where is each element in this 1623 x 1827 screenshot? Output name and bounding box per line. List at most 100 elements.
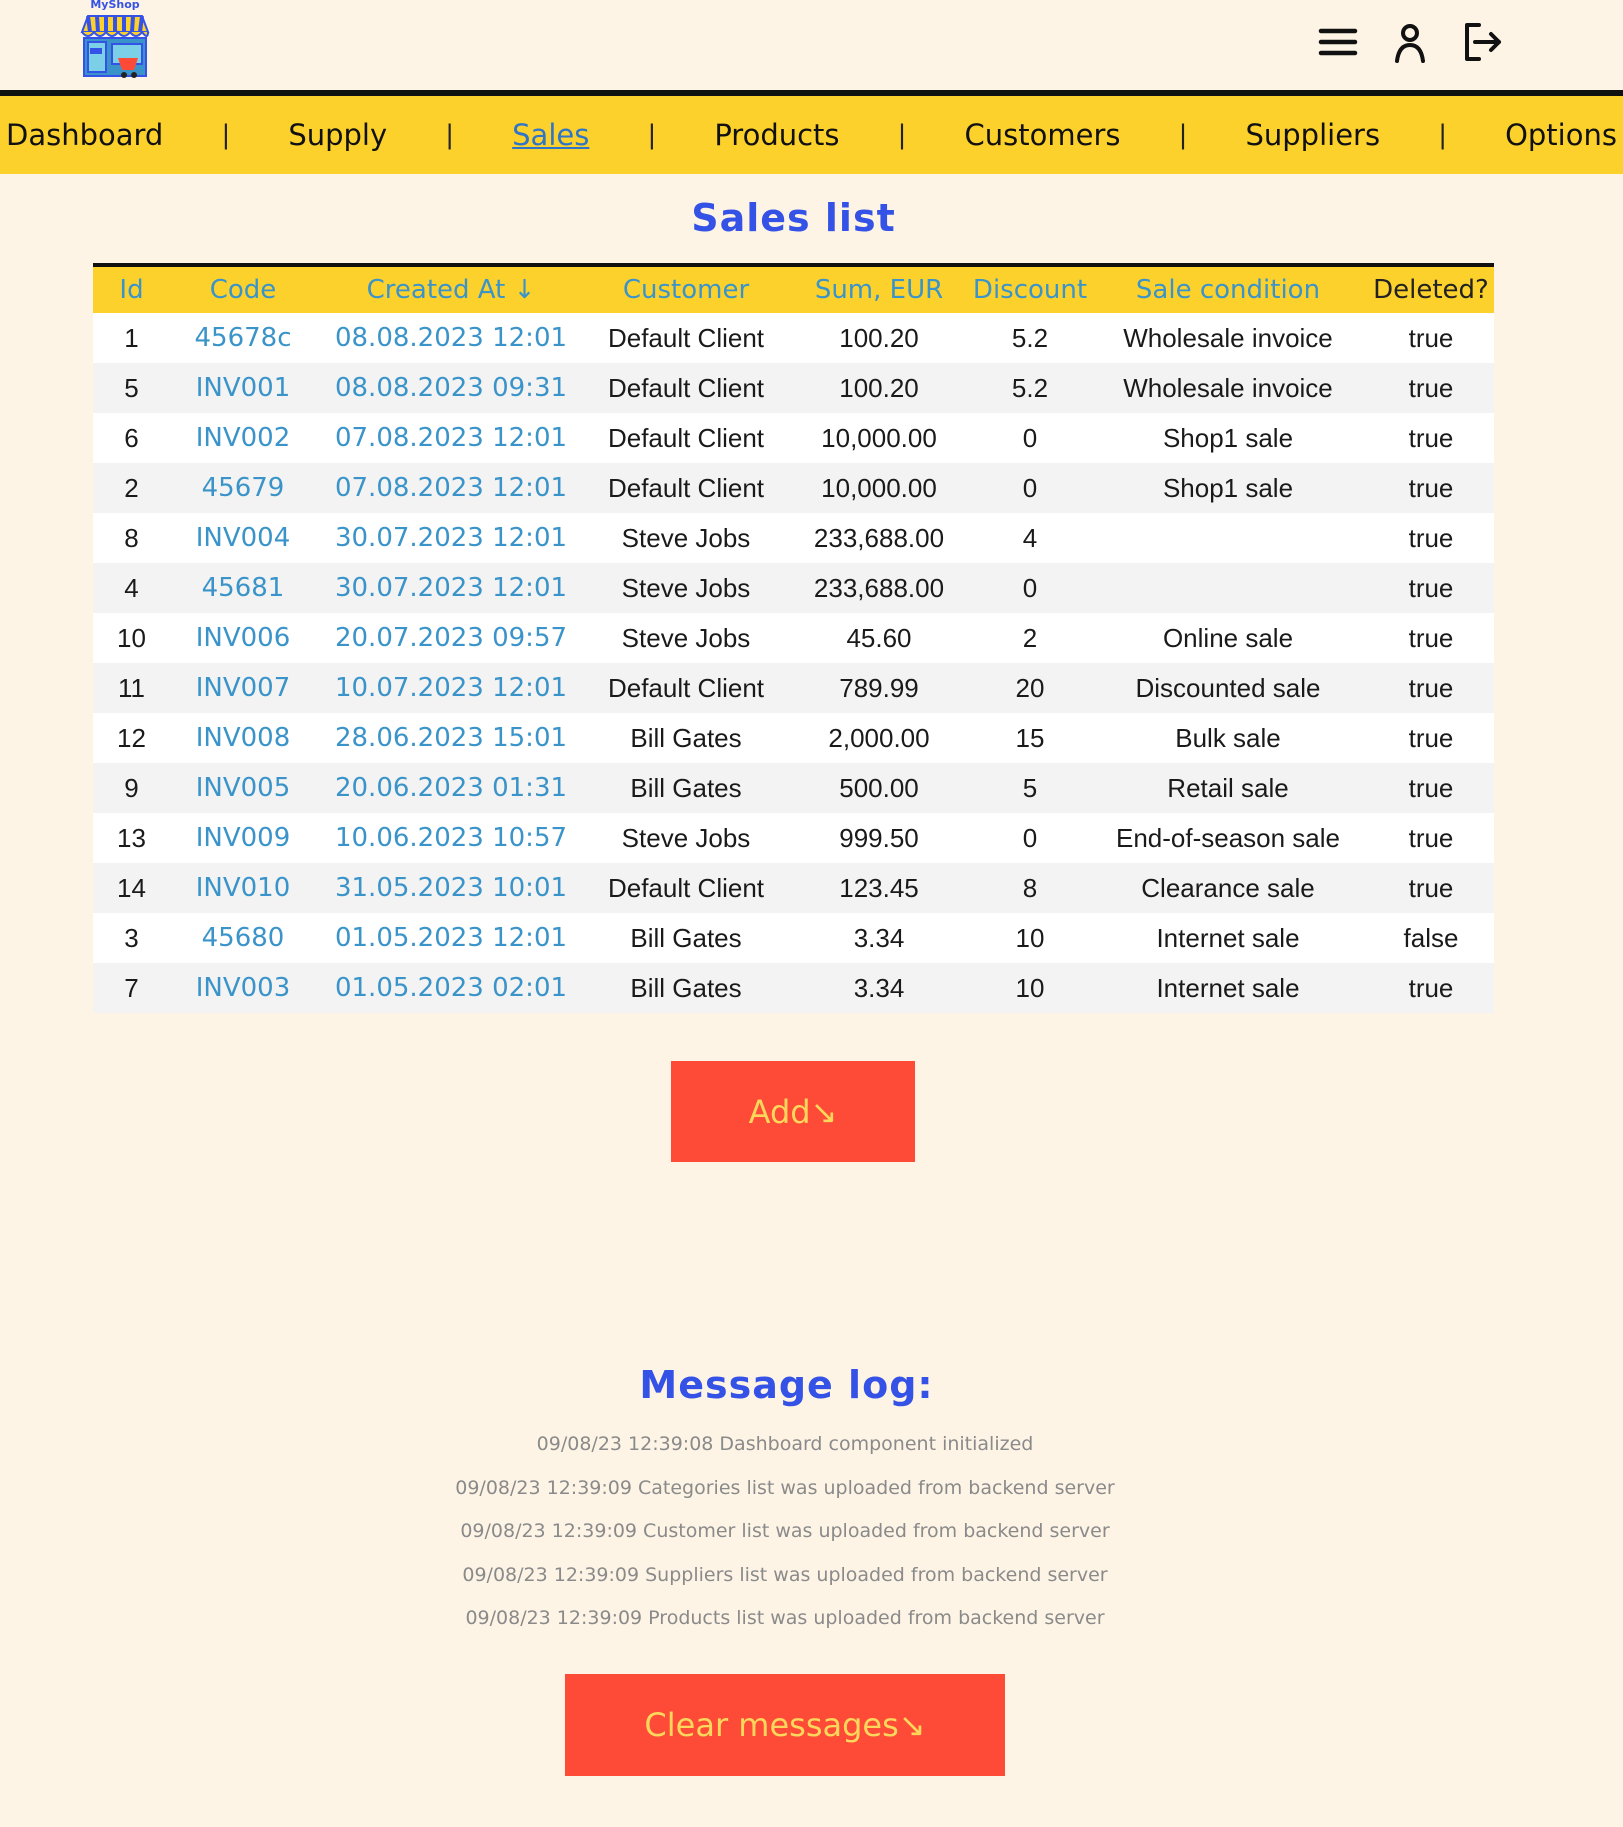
cell-created-at[interactable]: 30.07.2023 12:01 bbox=[316, 563, 586, 613]
column-header-sale-condition[interactable]: Sale condition bbox=[1088, 267, 1368, 313]
shop-logo[interactable]: MyShop bbox=[76, 0, 154, 84]
cell-code[interactable]: INV006 bbox=[170, 613, 316, 663]
nav-item-options[interactable]: Options bbox=[1505, 118, 1617, 152]
nav-item-suppliers[interactable]: Suppliers bbox=[1245, 118, 1380, 152]
add-sale-button[interactable]: Add↘ bbox=[671, 1061, 915, 1162]
cell-sum: 789.99 bbox=[839, 672, 919, 703]
cell-id: 14 bbox=[117, 872, 146, 903]
cell-code[interactable]: INV008 bbox=[170, 713, 316, 763]
cell-discount: 5 bbox=[1022, 772, 1038, 803]
column-header-sum[interactable]: Sum, EUR bbox=[786, 267, 972, 313]
cell-code[interactable]: INV002 bbox=[170, 413, 316, 463]
column-header-code[interactable]: Code bbox=[170, 267, 316, 313]
cell-id: 6 bbox=[124, 422, 139, 453]
cell-created-at[interactable]: 01.05.2023 12:01 bbox=[316, 913, 586, 963]
table-row[interactable]: 2 45679 07.08.2023 12:01 Default Client 10,0… bbox=[93, 463, 1494, 513]
cell-created-at[interactable]: 10.07.2023 12:01 bbox=[316, 663, 586, 713]
table-row[interactable]: 6 INV002 07.08.2023 12:01 Default Client 10,… bbox=[93, 413, 1494, 463]
sales-table: Id Code Created At ↓ Customer Sum, EUR D… bbox=[93, 267, 1494, 1013]
table-row[interactable]: 3 45680 01.05.2023 12:01 Bill Gates 3.34 10 In… bbox=[93, 913, 1494, 963]
table-row[interactable]: 1 45678c 08.08.2023 12:01 Default Client 100… bbox=[93, 313, 1494, 363]
cell-code[interactable]: INV007 bbox=[170, 663, 316, 713]
cell-code[interactable]: INV003 bbox=[170, 963, 316, 1013]
table-row[interactable]: 8 INV004 30.07.2023 12:01 Steve Jobs 233,688… bbox=[93, 513, 1494, 563]
column-header-discount[interactable]: Discount bbox=[972, 267, 1088, 313]
cell-created-at[interactable]: 08.08.2023 12:01 bbox=[316, 313, 586, 363]
cell-customer: Steve Jobs bbox=[621, 572, 751, 603]
table-row[interactable]: 4 45681 30.07.2023 12:01 Steve Jobs 233,688.… bbox=[93, 563, 1494, 613]
cell-code[interactable]: INV004 bbox=[170, 513, 316, 563]
cell-discount: 20 bbox=[1015, 672, 1045, 703]
nav-item-products[interactable]: Products bbox=[714, 118, 839, 152]
column-header-deleted: Deleted? bbox=[1373, 275, 1489, 305]
cell-created-at[interactable]: 30.07.2023 12:01 bbox=[316, 513, 586, 563]
user-icon[interactable] bbox=[1389, 21, 1431, 63]
clear-messages-button[interactable]: Clear messages↘ bbox=[565, 1674, 1005, 1776]
cell-created-at[interactable]: 28.06.2023 15:01 bbox=[316, 713, 586, 763]
cell-discount: 2 bbox=[1022, 622, 1038, 653]
nav-item-supply[interactable]: Supply bbox=[288, 118, 387, 152]
cell-code[interactable]: INV005 bbox=[170, 763, 316, 813]
cell-deleted: true bbox=[1408, 572, 1454, 603]
nav-separator: | bbox=[1178, 120, 1188, 150]
table-row[interactable]: 10 INV006 20.07.2023 09:57 Steve Jobs 45.60 2… bbox=[93, 613, 1494, 663]
cell-code[interactable]: 45680 bbox=[170, 913, 316, 963]
log-message: 09/08/23 12:39:09 Customer list was uplo… bbox=[460, 1520, 1110, 1542]
cell-created-at[interactable]: 20.07.2023 09:57 bbox=[316, 613, 586, 663]
cell-customer: Bill Gates bbox=[630, 972, 742, 1003]
table-row[interactable]: 12 INV008 28.06.2023 15:01 Bill Gates 2,000.… bbox=[93, 713, 1494, 763]
cell-deleted: true bbox=[1408, 472, 1454, 503]
logout-icon[interactable] bbox=[1461, 21, 1503, 63]
cell-discount: 0 bbox=[1022, 572, 1038, 603]
cell-customer: Steve Jobs bbox=[621, 622, 751, 653]
column-header-created-at[interactable]: Created At ↓ bbox=[316, 267, 586, 313]
cell-created-at[interactable]: 20.06.2023 01:31 bbox=[316, 763, 586, 813]
cell-customer: Default Client bbox=[607, 872, 765, 903]
cell-code[interactable]: 45678c bbox=[170, 313, 316, 363]
log-message: 09/08/23 12:39:09 Suppliers list was upl… bbox=[462, 1563, 1108, 1586]
nav-item-customers[interactable]: Customers bbox=[965, 118, 1121, 152]
cell-discount: 5.2 bbox=[1011, 372, 1049, 403]
cell-sum: 233,688.00 bbox=[813, 572, 945, 603]
cell-created-at[interactable]: 10.06.2023 10:57 bbox=[316, 813, 586, 863]
cell-code[interactable]: INV010 bbox=[170, 863, 316, 913]
cell-created-at[interactable]: 07.08.2023 12:01 bbox=[316, 413, 586, 463]
cell-code[interactable]: INV009 bbox=[170, 813, 316, 863]
menu-icon[interactable] bbox=[1317, 21, 1359, 63]
cell-sum: 233,688.00 bbox=[813, 522, 945, 553]
cell-customer: Steve Jobs bbox=[621, 822, 751, 853]
table-row[interactable]: 5 INV001 08.08.2023 09:31 Default Client 100… bbox=[93, 363, 1494, 413]
cell-discount: 0 bbox=[1022, 822, 1038, 853]
cell-created-at[interactable]: 31.05.2023 10:01 bbox=[316, 863, 586, 913]
cell-deleted: true bbox=[1408, 322, 1454, 353]
nav-separator: | bbox=[647, 120, 657, 150]
cell-created-at[interactable]: 08.08.2023 09:31 bbox=[316, 363, 586, 413]
table-row[interactable]: 11 INV007 10.07.2023 12:01 Default Client 78… bbox=[93, 663, 1494, 713]
cell-id: 7 bbox=[124, 972, 139, 1003]
cell-created-at[interactable]: 07.08.2023 12:01 bbox=[316, 463, 586, 513]
cell-sale-condition: Internet sale bbox=[1156, 922, 1300, 953]
table-row[interactable]: 7 INV003 01.05.2023 02:01 Bill Gates 3.34 10 I… bbox=[93, 963, 1494, 1013]
cell-customer: Bill Gates bbox=[630, 772, 742, 803]
cell-id: 11 bbox=[118, 672, 145, 703]
cell-code[interactable]: 45679 bbox=[170, 463, 316, 513]
shop-logo-icon bbox=[80, 15, 150, 78]
cell-customer: Default Client bbox=[607, 672, 765, 703]
cell-sum: 10,000.00 bbox=[821, 472, 937, 503]
cell-customer: Default Client bbox=[607, 422, 765, 453]
column-header-customer[interactable]: Customer bbox=[586, 267, 786, 313]
cell-id: 3 bbox=[124, 922, 139, 953]
column-header-id[interactable]: Id bbox=[93, 267, 170, 313]
table-row[interactable]: 13 INV009 10.06.2023 10:57 Steve Jobs 999.50… bbox=[93, 813, 1494, 863]
table-row[interactable]: 14 INV010 31.05.2023 10:01 Default Client 12… bbox=[93, 863, 1494, 913]
nav-item-sales[interactable]: Sales bbox=[512, 118, 589, 152]
cell-id: 8 bbox=[124, 522, 139, 553]
cell-discount: 15 bbox=[1015, 722, 1045, 753]
page-title: Sales list bbox=[691, 196, 896, 240]
cell-code[interactable]: INV001 bbox=[170, 363, 316, 413]
cell-created-at[interactable]: 01.05.2023 02:01 bbox=[316, 963, 586, 1013]
cell-code[interactable]: 45681 bbox=[170, 563, 316, 613]
cell-sale-condition: Shop1 sale bbox=[1162, 422, 1294, 453]
nav-item-dashboard[interactable]: Dashboard bbox=[6, 118, 163, 152]
table-row[interactable]: 9 INV005 20.06.2023 01:31 Bill Gates 500.00 5… bbox=[93, 763, 1494, 813]
